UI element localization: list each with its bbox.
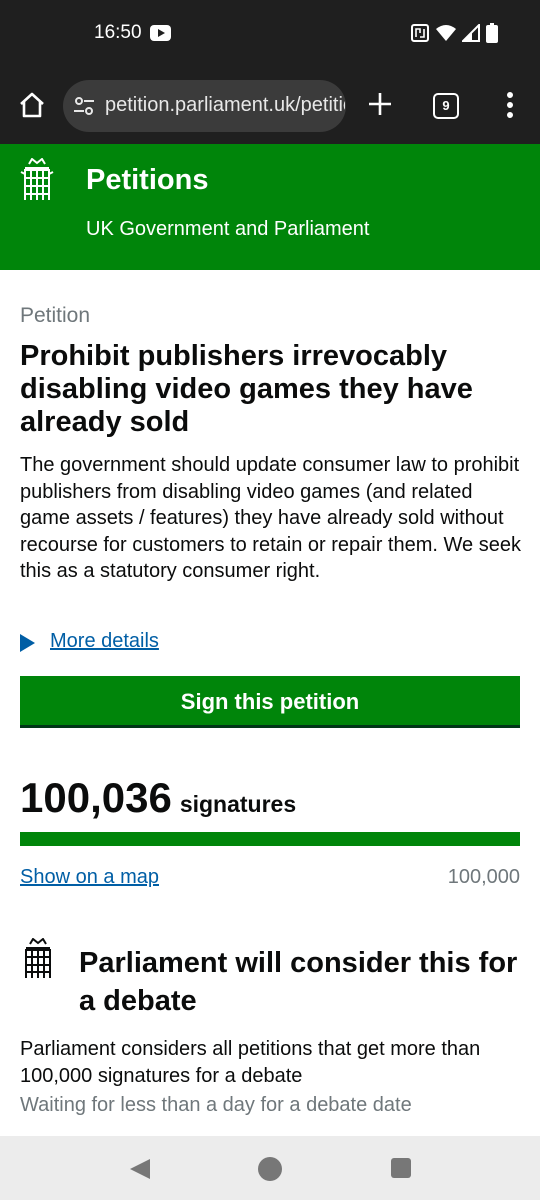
signature-number: 100,036	[20, 774, 172, 821]
status-time: 16:50	[94, 22, 142, 43]
signature-label: signatures	[179, 791, 297, 817]
portcullis-icon	[20, 158, 54, 200]
petition-description: The government should update consumer la…	[20, 454, 521, 582]
debate-heading: Parliament will consider this for a deba…	[79, 947, 518, 1017]
browser-toolbar: petition.parliament.uk/petitions/634725 …	[0, 68, 540, 144]
system-icons	[410, 23, 498, 43]
back-triangle-icon[interactable]	[128, 1157, 152, 1181]
wifi-icon	[436, 25, 456, 41]
address-bar[interactable]: petition.parliament.uk/petitions/634725	[63, 80, 346, 132]
plus-icon[interactable]	[366, 90, 394, 118]
site-header: Petitions UK Government and Parliament	[0, 144, 540, 270]
petition-caption: Petition	[20, 304, 91, 327]
recent-square-icon[interactable]	[391, 1158, 411, 1178]
portcullis-icon	[25, 938, 51, 978]
site-subtitle: UK Government and Parliament	[86, 218, 370, 240]
debate-description: Parliament considers all petitions that …	[20, 1038, 481, 1087]
home-icon[interactable]	[17, 90, 47, 120]
tab-switcher-button[interactable]: 9	[433, 93, 459, 119]
disclosure-triangle-icon[interactable]	[20, 634, 35, 652]
system-navigation-bar	[0, 1136, 540, 1200]
signature-progress-bar	[20, 832, 520, 846]
signature-count: 100,036 signatures	[20, 774, 296, 822]
debate-waiting-status: Waiting for less than a day for a debate…	[20, 1094, 412, 1116]
url-text[interactable]: petition.parliament.uk/petitions/634725	[105, 94, 345, 117]
show-on-map-link[interactable]: Show on a map	[20, 866, 159, 889]
sign-petition-button[interactable]: Sign this petition	[20, 676, 520, 728]
signature-progress-fill	[20, 832, 520, 846]
more-vert-icon[interactable]	[498, 90, 522, 120]
nfc-icon	[411, 24, 429, 42]
youtube-icon	[150, 25, 171, 41]
status-bar: 16:50	[0, 0, 540, 68]
site-title[interactable]: Petitions	[86, 164, 208, 197]
home-circle-icon[interactable]	[258, 1157, 282, 1181]
signature-target: 100,000	[447, 866, 520, 888]
petition-title: Prohibit publishers irrevocably disablin…	[20, 340, 473, 438]
battery-icon	[486, 23, 498, 43]
tune-icon[interactable]	[73, 95, 95, 117]
signal-icon	[462, 24, 480, 42]
more-details-link[interactable]: More details	[50, 630, 159, 653]
